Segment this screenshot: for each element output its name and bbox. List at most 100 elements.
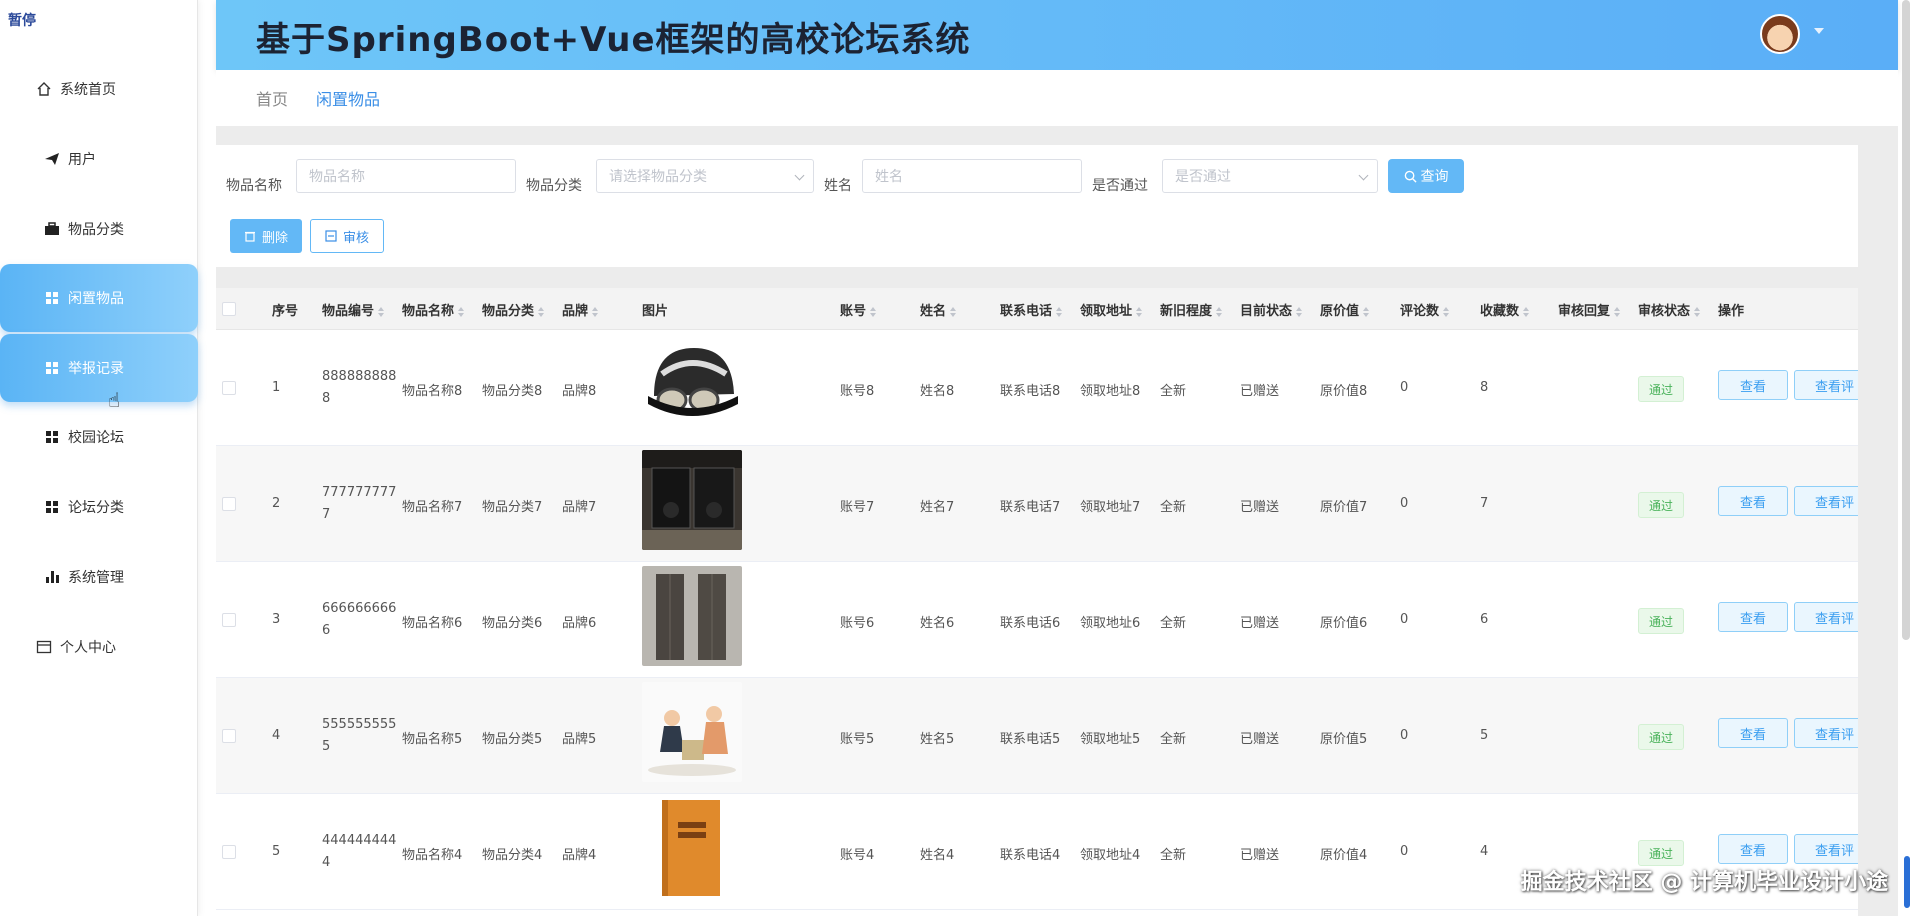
audit-button[interactable]: 审核 <box>310 219 384 253</box>
cell-category: 物品分类5 <box>482 732 543 747</box>
breadcrumb-home[interactable]: 首页 <box>256 86 288 110</box>
page-scrollbar[interactable] <box>1902 0 1910 640</box>
sort-icon[interactable] <box>1056 306 1063 317</box>
sort-icon[interactable] <box>1443 306 1450 317</box>
col-person[interactable]: 姓名 <box>920 300 957 319</box>
col-reply[interactable]: 审核回复 <box>1558 300 1621 319</box>
col-account[interactable]: 账号 <box>840 300 877 319</box>
delete-button[interactable]: 删除 <box>230 219 302 253</box>
sidebar-item-label: 个人中心 <box>60 640 116 656</box>
table-row: 4 5555555555 物品名称5 物品分类5 品牌5 账号5 姓名5 联系电… <box>216 678 1858 794</box>
sidebar-item-label: 论坛分类 <box>68 500 124 516</box>
chevron-down-icon[interactable] <box>1814 28 1824 34</box>
query-button-label: 查询 <box>1420 169 1449 185</box>
sidebar-item-category[interactable]: 物品分类 <box>0 195 198 263</box>
col-orig-price[interactable]: 原价值 <box>1320 300 1370 319</box>
home-icon <box>34 81 54 97</box>
col-index: 序号 <box>272 304 299 319</box>
sort-icon[interactable] <box>950 306 957 317</box>
watermark: 掘金技术社区 @ 计算机毕业设计小途 <box>1520 870 1888 895</box>
sidebar-item-idle-goods[interactable]: 闲置物品 <box>0 264 198 332</box>
col-favorites[interactable]: 收藏数 <box>1480 300 1530 319</box>
delete-button-label: 删除 <box>261 230 288 246</box>
sort-icon[interactable] <box>1296 306 1303 317</box>
sort-icon[interactable] <box>458 306 465 317</box>
sort-icon[interactable] <box>1523 306 1530 317</box>
query-button[interactable]: 查询 <box>1388 159 1464 193</box>
sort-icon[interactable] <box>870 306 877 317</box>
top-header: 基于SpringBoot+Vue框架的高校论坛系统 <box>216 0 1898 70</box>
goods-image-speaker-box[interactable] <box>642 450 742 550</box>
view-button[interactable]: 查看 <box>1718 718 1788 748</box>
sidebar-item-forum-category[interactable]: 论坛分类 <box>0 473 198 541</box>
goods-image-helmet[interactable] <box>642 334 742 434</box>
col-status[interactable]: 目前状态 <box>1240 300 1303 319</box>
view-comments-button[interactable]: 查看评 <box>1794 834 1858 864</box>
col-phone[interactable]: 联系电话 <box>1000 300 1063 319</box>
row-checkbox[interactable] <box>222 497 236 511</box>
passed-select[interactable]: 是否通过 <box>1162 159 1378 193</box>
cell-code: 6666666666 <box>322 601 397 638</box>
cell-status: 已赠送 <box>1240 616 1280 631</box>
row-checkbox[interactable] <box>222 381 236 395</box>
sidebar-item-system[interactable]: 系统管理 <box>0 543 198 611</box>
table-header: 序号 物品编号 物品名称 物品分类 品牌 图片 账号 姓名 联系电话 领取地址 … <box>216 288 1858 330</box>
cell-brand: 品牌5 <box>562 732 597 747</box>
goods-image-orange-book[interactable] <box>642 798 742 898</box>
sidebar-item-home[interactable]: 系统首页 <box>0 55 198 123</box>
view-comments-button[interactable]: 查看评 <box>1794 486 1858 516</box>
sort-icon[interactable] <box>1136 306 1143 317</box>
sort-icon[interactable] <box>378 306 385 317</box>
scroll-indicator[interactable] <box>1904 856 1910 908</box>
col-address[interactable]: 领取地址 <box>1080 300 1143 319</box>
category-select[interactable]: 请选择物品分类 <box>596 159 814 193</box>
sort-icon[interactable] <box>1694 306 1701 317</box>
cell-address: 领取地址5 <box>1080 732 1141 747</box>
trash-icon <box>244 231 255 242</box>
sidebar-item-label: 校园论坛 <box>68 430 124 446</box>
cell-condition: 全新 <box>1160 616 1187 631</box>
grid-icon <box>42 499 62 515</box>
status-badge: 通过 <box>1638 608 1684 634</box>
row-checkbox[interactable] <box>222 845 236 859</box>
sort-icon[interactable] <box>1363 306 1370 317</box>
sort-icon[interactable] <box>538 306 545 317</box>
select-all-checkbox[interactable] <box>222 302 236 316</box>
name-search-input[interactable]: 物品名称 <box>296 159 516 193</box>
cell-person: 姓名5 <box>920 732 955 747</box>
col-category[interactable]: 物品分类 <box>482 300 545 319</box>
col-comments[interactable]: 评论数 <box>1400 300 1450 319</box>
sort-icon[interactable] <box>1216 306 1223 317</box>
sidebar-item-user[interactable]: 用户 <box>0 125 198 193</box>
col-name[interactable]: 物品名称 <box>402 300 465 319</box>
col-code[interactable]: 物品编号 <box>322 300 385 319</box>
sidebar-item-campus-forum[interactable]: 校园论坛 <box>0 403 198 471</box>
goods-image-tower-speakers[interactable] <box>642 566 742 666</box>
cell-phone: 联系电话6 <box>1000 616 1061 631</box>
sort-icon[interactable] <box>1614 306 1621 317</box>
col-brand[interactable]: 品牌 <box>562 300 599 319</box>
person-search-input[interactable]: 姓名 <box>862 159 1082 193</box>
sidebar-item-reports[interactable]: 举报记录 <box>0 334 198 402</box>
view-comments-button[interactable]: 查看评 <box>1794 370 1858 400</box>
cell-account: 账号7 <box>840 500 875 515</box>
view-button[interactable]: 查看 <box>1718 602 1788 632</box>
sort-icon[interactable] <box>592 306 599 317</box>
view-button[interactable]: 查看 <box>1718 834 1788 864</box>
row-checkbox[interactable] <box>222 729 236 743</box>
col-audit[interactable]: 审核状态 <box>1638 300 1701 319</box>
col-condition[interactable]: 新旧程度 <box>1160 300 1223 319</box>
col-condition-label: 新旧程度 <box>1160 304 1213 319</box>
view-comments-button[interactable]: 查看评 <box>1794 718 1858 748</box>
cell-comments: 0 <box>1400 844 1409 859</box>
goods-image-kids-illustration[interactable] <box>642 682 742 782</box>
col-ops: 操作 <box>1718 304 1745 319</box>
view-comments-button[interactable]: 查看评 <box>1794 602 1858 632</box>
view-button[interactable]: 查看 <box>1718 486 1788 516</box>
cell-name: 物品名称7 <box>402 500 463 515</box>
cell-category: 物品分类7 <box>482 500 543 515</box>
row-checkbox[interactable] <box>222 613 236 627</box>
sidebar-item-profile[interactable]: 个人中心 <box>0 613 198 681</box>
avatar[interactable] <box>1760 14 1800 54</box>
view-button[interactable]: 查看 <box>1718 370 1788 400</box>
